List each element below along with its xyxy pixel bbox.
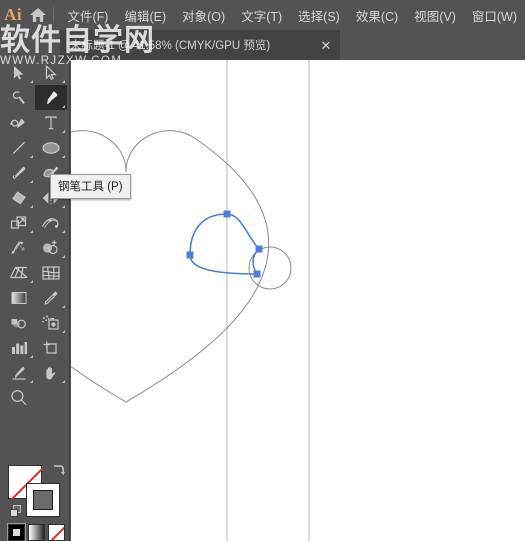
flyout-indicator-icon (30, 155, 33, 158)
menu-item-select[interactable]: 选择(S) (290, 0, 348, 30)
document-canvas[interactable] (71, 60, 525, 541)
tool-eyedropper-tool[interactable] (35, 285, 67, 310)
tool-direct-selection-tool[interactable] (35, 60, 67, 85)
tool-artboard-tool[interactable] (35, 335, 67, 360)
tool-blend-tool[interactable] (3, 310, 35, 335)
menu-item-edit[interactable]: 编辑(E) (116, 0, 174, 30)
flyout-indicator-icon (62, 230, 65, 233)
tool-symbol-sprayer-tool[interactable] (35, 310, 67, 335)
tool-tooltip: 钢笔工具 (P) (50, 174, 131, 199)
fill-stroke-controls (8, 463, 65, 518)
tool-line-segment-tool[interactable] (3, 135, 35, 160)
flyout-indicator-icon (62, 330, 65, 333)
tool-empty-slot (35, 385, 67, 410)
flyout-indicator-icon (30, 230, 33, 233)
flyout-indicator-icon (62, 255, 65, 258)
menu-item-object[interactable]: 对象(O) (174, 0, 233, 30)
tool-scale-tool[interactable] (3, 210, 35, 235)
flyout-indicator-icon (62, 130, 65, 133)
tool-eraser-tool[interactable] (3, 185, 35, 210)
flyout-indicator-icon (30, 355, 33, 358)
flyout-indicator-icon (30, 280, 33, 283)
menu-item-window[interactable]: 窗口(W) (464, 0, 525, 30)
tools-panel: 钢笔工具 (P) (0, 60, 131, 541)
menu-item-type[interactable]: 文字(T) (233, 0, 290, 30)
tool-gradient-tool[interactable] (3, 285, 35, 310)
tool-hand-tool[interactable] (35, 360, 67, 385)
tool-magic-wand-tool[interactable] (3, 85, 35, 110)
home-icon[interactable] (26, 0, 51, 30)
flyout-indicator-icon (30, 180, 33, 183)
tool-perspective-grid-tool[interactable] (3, 260, 35, 285)
close-icon[interactable]: ✕ (318, 39, 334, 52)
tool-free-transform-tool[interactable] (3, 235, 35, 260)
swap-fill-stroke-icon[interactable] (51, 463, 65, 477)
flyout-indicator-icon (62, 205, 65, 208)
flyout-indicator-icon (62, 80, 65, 83)
stroke-swatch[interactable] (26, 483, 60, 517)
tool-type-tool[interactable] (35, 110, 67, 135)
anchor-top (223, 210, 231, 218)
anchor-left (186, 251, 194, 259)
app-logo: Ai (4, 5, 23, 24)
heart-path (71, 130, 270, 403)
flyout-indicator-icon (30, 205, 33, 208)
tool-zoom-tool[interactable] (3, 385, 35, 410)
illustrator-window: Ai 文件(F) 编辑(E) 对象(O) 文字(T) 选择(S) 效果(C) 视… (0, 0, 525, 541)
tool-selection-tool[interactable] (3, 60, 35, 85)
menu-item-file[interactable]: 文件(F) (60, 0, 117, 30)
anchor-bottom (253, 270, 261, 278)
color-mode-buttons (7, 523, 65, 541)
stroke-swatch-inner (33, 490, 53, 510)
tool-ellipse-tool[interactable] (35, 135, 67, 160)
menu-item-effect[interactable]: 效果(C) (348, 0, 406, 30)
flyout-indicator-icon (30, 380, 33, 383)
tool-pen-tool[interactable] (35, 85, 67, 110)
flyout-indicator-icon (62, 155, 65, 158)
tool-grid (3, 60, 67, 410)
default-fill-stroke-icon[interactable] (10, 505, 23, 518)
document-tab-bar: 未标题-1 @ 41.58% (CMYK/GPU 预览) ✕ (0, 30, 525, 60)
menu-bar: Ai 文件(F) 编辑(E) 对象(O) 文字(T) 选择(S) 效果(C) 视… (0, 0, 525, 30)
tool-shape-builder-tool[interactable] (35, 235, 67, 260)
flyout-indicator-icon (62, 305, 65, 308)
menu-divider (52, 7, 54, 23)
flyout-indicator-icon (30, 80, 33, 83)
anchor-right (255, 245, 263, 253)
tool-slice-tool[interactable] (3, 360, 35, 385)
flyout-indicator-icon (62, 380, 65, 383)
tool-mesh-tool[interactable] (35, 260, 67, 285)
tool-width-tool[interactable] (35, 210, 67, 235)
gradient-mode-button[interactable] (28, 524, 45, 541)
tool-column-graph-tool[interactable] (3, 335, 35, 360)
flyout-indicator-icon (62, 105, 65, 108)
tool-paintbrush-tool[interactable] (3, 160, 35, 185)
teardrop-path (189, 213, 261, 275)
color-mode-button[interactable] (7, 523, 26, 541)
tool-bottom-controls (0, 460, 70, 541)
menu-item-view[interactable]: 视图(V) (406, 0, 464, 30)
document-tab-title: 未标题-1 @ 41.58% (CMYK/GPU 预览) (70, 40, 271, 52)
none-mode-button[interactable] (48, 524, 65, 541)
tool-curvature-tool[interactable] (3, 110, 35, 135)
document-tab[interactable]: 未标题-1 @ 41.58% (CMYK/GPU 预览) ✕ (60, 30, 340, 60)
